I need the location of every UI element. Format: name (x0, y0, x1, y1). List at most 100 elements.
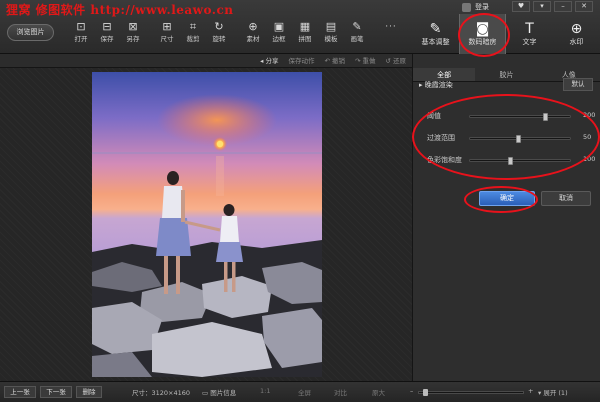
effect-sliders: 阈值 200 过渡范围 50 色彩饱和度 100 (427, 110, 596, 176)
tool-label: 裁剪 (186, 35, 200, 43)
tool-label: 拼图 (298, 35, 312, 43)
expand-button[interactable]: ▾ 展开 (1) (538, 387, 568, 397)
fullscreen-button[interactable]: 全屏 (298, 387, 311, 397)
zoom-slider[interactable] (418, 389, 524, 396)
login-area[interactable]: 登录 (462, 2, 489, 12)
basic-adjust-icon: ✎ (429, 21, 442, 37)
slider-label: 阈值 (427, 112, 441, 120)
transition-range-slider-row: 过渡范围 50 (427, 132, 593, 154)
tool-open[interactable]: ⊡ 打开 (68, 20, 94, 50)
slider-thumb[interactable] (516, 135, 521, 143)
brand-title: 狸窝 修图软件 http://www.leawo.cn (6, 3, 234, 17)
tool-size[interactable]: ⊞ 尺寸 (154, 20, 180, 50)
tool-label: 旋转 (212, 35, 226, 43)
tool-label: 素材 (246, 35, 260, 43)
menu-button[interactable]: ▾ (533, 1, 551, 12)
image-info-label: 图片信息 (210, 389, 237, 397)
open-icon: ⊡ (76, 20, 86, 33)
toolbar-separator (146, 20, 154, 50)
zoom-slider-thumb[interactable] (423, 389, 429, 396)
next-image-button[interactable]: 下一张 (40, 386, 72, 398)
effect-header: ▸ 晚霞渲染 默认 (419, 78, 595, 92)
threshold-slider[interactable] (469, 113, 571, 121)
login-link[interactable]: 登录 (475, 2, 489, 12)
confirm-button[interactable]: 确定 (479, 191, 535, 206)
browse-images-button[interactable]: 浏览图片 (7, 24, 54, 41)
image-info-button[interactable]: ▭ 图片信息 (202, 387, 236, 397)
tool-crop[interactable]: ⌗ 裁剪 (180, 20, 206, 50)
toolbar-separator (232, 20, 240, 50)
slider-value: 50 (583, 133, 592, 141)
delete-button[interactable]: 删除 (76, 386, 102, 398)
compare-button[interactable]: 对比 (334, 387, 347, 397)
watermark-icon: ⊕ (570, 21, 583, 37)
effect-title[interactable]: ▸ 晚霞渲染 (419, 80, 453, 90)
action-group: ◂ 分享 保存动作 ↶ 撤销 ↷ 重做 ↺ 还原 (260, 55, 406, 65)
favorite-button[interactable]: ♥ (512, 1, 530, 12)
slider-label: 色彩饱和度 (427, 156, 462, 164)
original-size-button[interactable]: 原大 (372, 387, 385, 397)
tool-template[interactable]: ▤ 模板 (318, 20, 344, 50)
template-icon: ▤ (325, 20, 337, 33)
saturation-slider[interactable] (469, 157, 571, 165)
collage-icon: ▦ (299, 20, 311, 33)
text-icon: T (525, 21, 534, 37)
slider-value: 200 (583, 111, 596, 119)
toolbar-separator (370, 20, 378, 50)
sunset-photo-illustration (92, 72, 322, 377)
save-icon: ⊟ (102, 20, 112, 33)
mode-tab-watermark[interactable]: ⊕ 水印 (553, 14, 600, 54)
mode-tab-text[interactable]: T 文字 (506, 14, 553, 54)
mode-tab-label: 文字 (522, 38, 537, 46)
threshold-slider-row: 阈值 200 (427, 110, 596, 132)
restore-button[interactable]: ↺ 还原 (385, 55, 406, 65)
share-button[interactable]: ◂ 分享 (260, 55, 278, 65)
tool-label: 保存 (100, 35, 114, 43)
ratio-button[interactable]: 1:1 (260, 387, 270, 395)
mode-tab-label: 水印 (569, 38, 584, 46)
mode-tab-camera[interactable]: ◙ 数码暗房 (459, 14, 506, 54)
tool-border[interactable]: ▣ 边框 (266, 20, 292, 50)
tool-group: ⊡ 打开 ⊟ 保存 ⊠ 另存 ⊞ 尺寸 ⌗ 裁剪 ↻ 旋转 ⊕ 素材 ▣ 边框 ▦ 拼图 ▤ 模板 ✎ 画笔 ··· (68, 20, 404, 50)
tool-label: 画笔 (350, 35, 364, 43)
right-mode-tabs: ✎ 基本调整 ◙ 数码暗房 T 文字 ⊕ 水印 (412, 14, 600, 54)
tool-label: 另存 (126, 35, 140, 43)
tool-collage[interactable]: ▦ 拼图 (292, 20, 318, 50)
redo-button[interactable]: ↷ 重做 (355, 55, 376, 65)
action-bar: ◂ 分享 保存动作 ↶ 撤销 ↷ 重做 ↺ 还原 (0, 54, 412, 68)
tool-brush[interactable]: ✎ 画笔 (344, 20, 370, 50)
close-button[interactable]: ✕ (575, 1, 593, 12)
top-toolbar: 狸窝 修图软件 http://www.leawo.cn 浏览图片 ⊡ 打开 ⊟ 保存 ⊠… (0, 0, 600, 54)
undo-button[interactable]: ↶ 撤销 (324, 55, 345, 65)
rotate-icon: ↻ (214, 20, 224, 33)
zoom-in-icon[interactable]: + (528, 387, 533, 395)
previous-image-button[interactable]: 上一张 (4, 386, 36, 398)
image-size-text: 尺寸：3120×4160 (132, 389, 191, 397)
image-canvas[interactable] (0, 68, 412, 381)
user-icon (462, 2, 471, 12)
save-action-button[interactable]: 保存动作 (288, 55, 314, 65)
tool-more[interactable]: ··· (378, 20, 404, 50)
tool-material[interactable]: ⊕ 素材 (240, 20, 266, 50)
transition-range-slider[interactable] (469, 135, 571, 143)
slider-value: 100 (583, 155, 596, 163)
tool-rotate[interactable]: ↻ 旋转 (206, 20, 232, 50)
camera-icon: ◙ (475, 21, 490, 37)
mode-tab-label: 数码暗房 (468, 38, 497, 46)
settings-panel: 全部 胶片 人像 ▸ 晚霞渲染 默认 阈值 200 过渡范围 50 色彩饱和度 100 确定 … (412, 54, 600, 381)
brush-icon: ✎ (352, 20, 362, 33)
cancel-button[interactable]: 取消 (541, 191, 591, 206)
photo-preview (92, 72, 322, 377)
tool-label: 尺寸 (160, 35, 174, 43)
status-bar: 上一张 下一张 删除 尺寸：3120×4160 ▭ 图片信息 1:1 全屏 对比… (0, 381, 600, 402)
tool-save[interactable]: ⊟ 保存 (94, 20, 120, 50)
material-icon: ⊕ (248, 20, 258, 33)
default-button[interactable]: 默认 (563, 78, 593, 91)
size-icon: ⊞ (162, 20, 172, 33)
slider-thumb[interactable] (543, 113, 548, 121)
slider-thumb[interactable] (508, 157, 513, 165)
zoom-out-icon[interactable]: – (410, 387, 413, 395)
mode-tab-basic-adjust[interactable]: ✎ 基本调整 (412, 14, 459, 54)
minimize-button[interactable]: – (554, 1, 572, 12)
tool-save-as[interactable]: ⊠ 另存 (120, 20, 146, 50)
